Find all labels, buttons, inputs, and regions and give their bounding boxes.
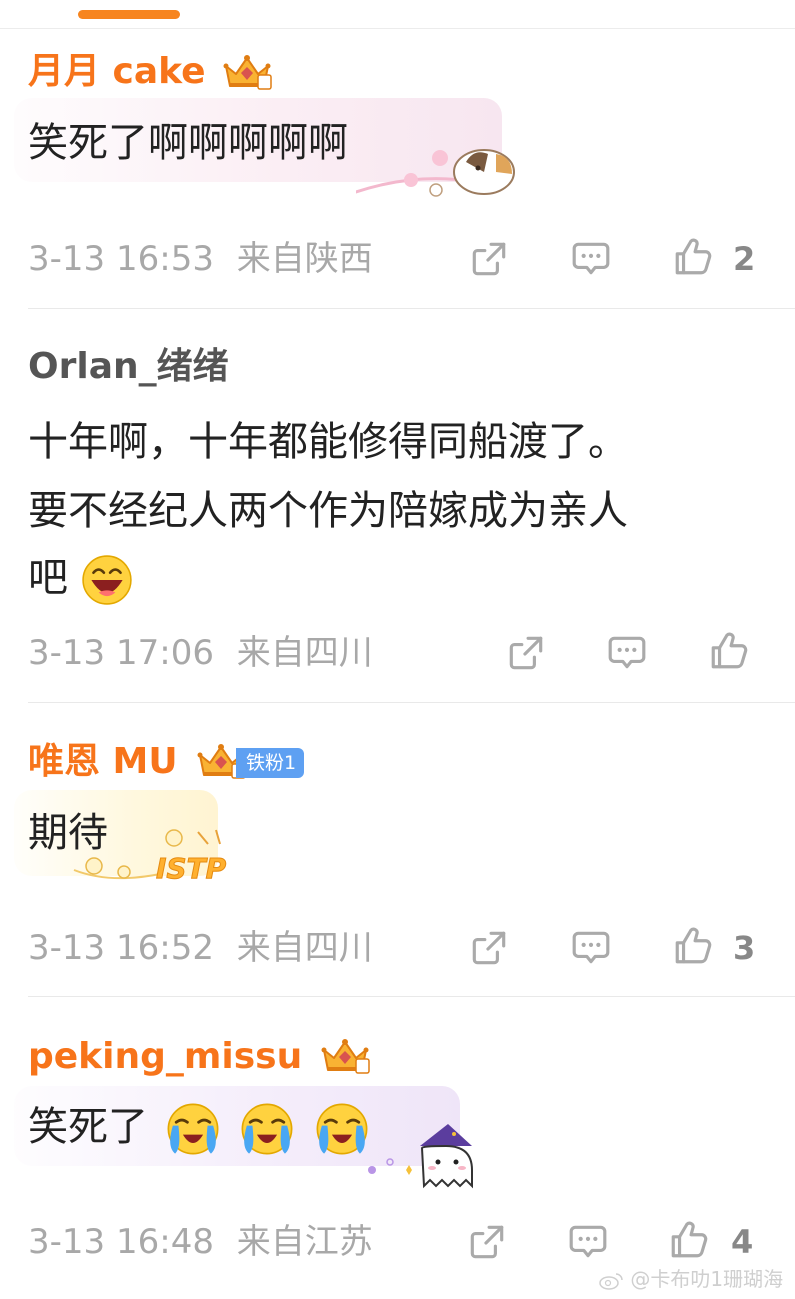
- comment-icon[interactable]: [567, 1221, 609, 1263]
- ghost-wizard-sticker-icon: [368, 1124, 473, 1189]
- crying-emoji-icon: [165, 1101, 221, 1157]
- comment-meta: 3-13 16:48 来自江苏: [28, 1222, 373, 1262]
- thumbs-up-icon[interactable]: [668, 1219, 710, 1261]
- comment-time: 3-13 16:48: [28, 1222, 214, 1262]
- comment-location: 来自江苏: [236, 1222, 373, 1262]
- crying-emoji-icon: [314, 1101, 370, 1157]
- crown-icon: [316, 1036, 374, 1076]
- like-count: 4: [731, 1223, 754, 1261]
- watermark: @卡布叻1珊瑚海: [598, 1263, 783, 1292]
- comment-item: peking_missu 笑死了 3-13 16:48 来自江苏 4: [0, 0, 795, 1299]
- share-icon[interactable]: [466, 1221, 508, 1263]
- weibo-logo-icon: [599, 1272, 623, 1290]
- watermark-text: @卡布叻1珊瑚海: [630, 1267, 784, 1291]
- comment-text-body: 笑死了: [28, 1104, 148, 1150]
- comment-username[interactable]: peking_missu: [28, 1035, 302, 1079]
- crying-emoji-icon: [239, 1101, 295, 1157]
- comment-text: 笑死了: [28, 1095, 370, 1159]
